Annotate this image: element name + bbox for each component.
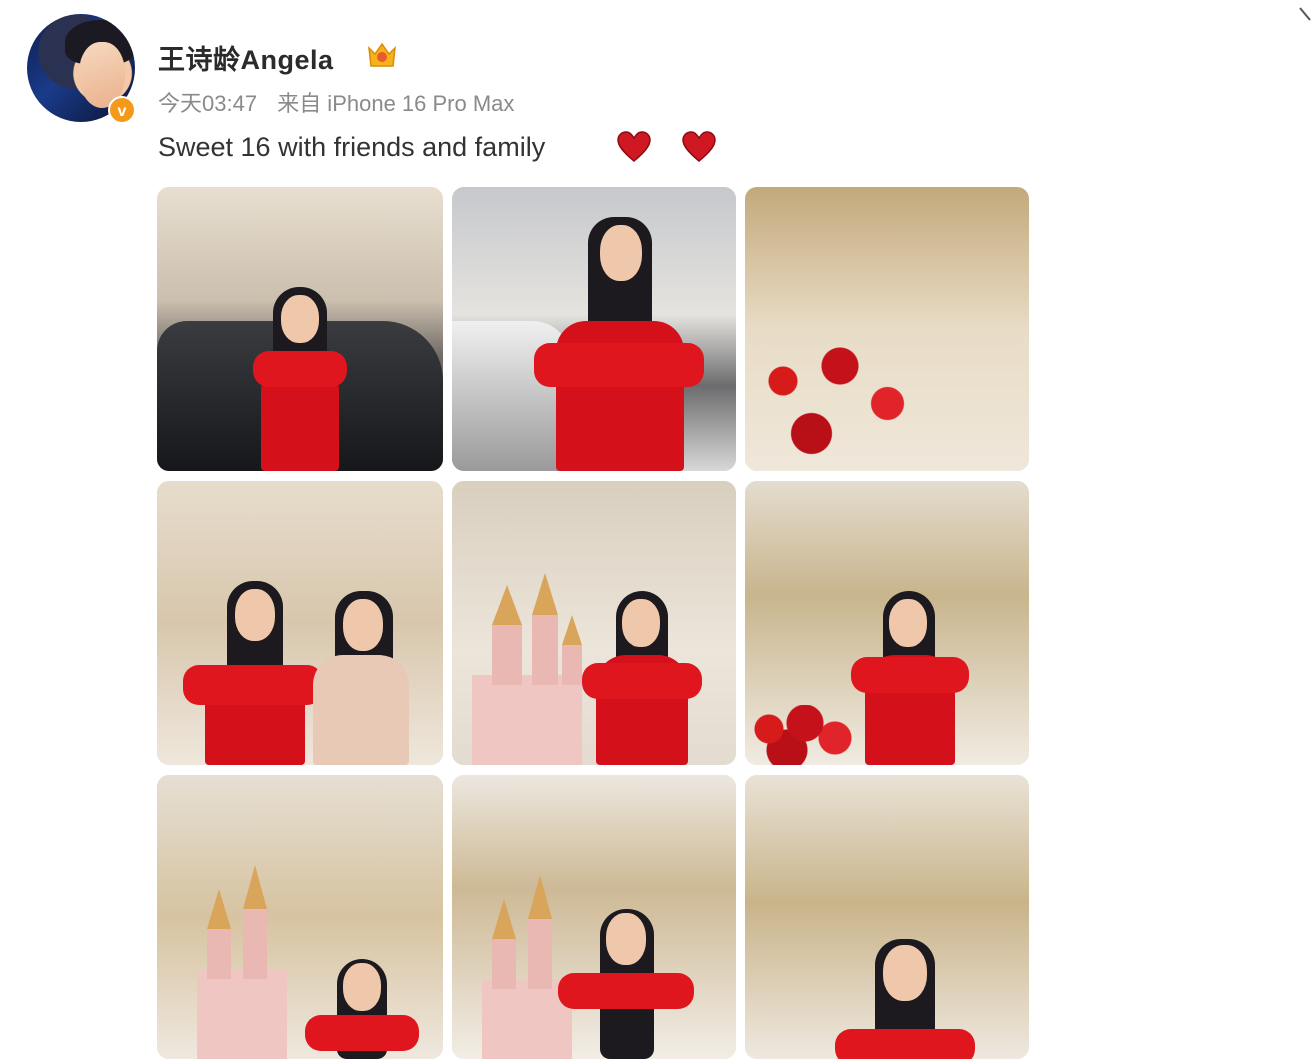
castle-cake-icon	[197, 865, 287, 1059]
post-meta: 今天03:47 来自 iPhone 16 Pro Max	[158, 86, 528, 118]
photo-car-entrance[interactable]	[157, 187, 443, 471]
photo-castle-cake[interactable]	[452, 481, 736, 765]
post-text: Sweet 16 with friends and family	[158, 132, 546, 162]
username[interactable]: 王诗龄Angela	[158, 38, 334, 77]
photo-ballroom[interactable]	[745, 481, 1029, 765]
crown-badge-icon[interactable]	[366, 40, 398, 70]
photo-grid	[157, 187, 1029, 1059]
photo-dining-table[interactable]	[745, 187, 1029, 471]
post-time: 今天03:47	[158, 91, 258, 116]
heart-icon	[617, 131, 651, 162]
castle-cake-icon	[472, 573, 582, 765]
photo-car-closeup[interactable]	[452, 187, 736, 471]
photo-with-guest[interactable]	[157, 481, 443, 765]
verified-badge-icon: v	[108, 96, 136, 124]
photo-castle-cake-3[interactable]	[452, 775, 736, 1059]
corner-mark-icon	[1299, 7, 1311, 21]
photo-castle-cake-2[interactable]	[157, 775, 443, 1059]
photo-ballroom-2[interactable]	[745, 775, 1029, 1059]
post-source[interactable]: 来自 iPhone 16 Pro Max	[277, 91, 514, 116]
heart-icon	[682, 131, 716, 162]
